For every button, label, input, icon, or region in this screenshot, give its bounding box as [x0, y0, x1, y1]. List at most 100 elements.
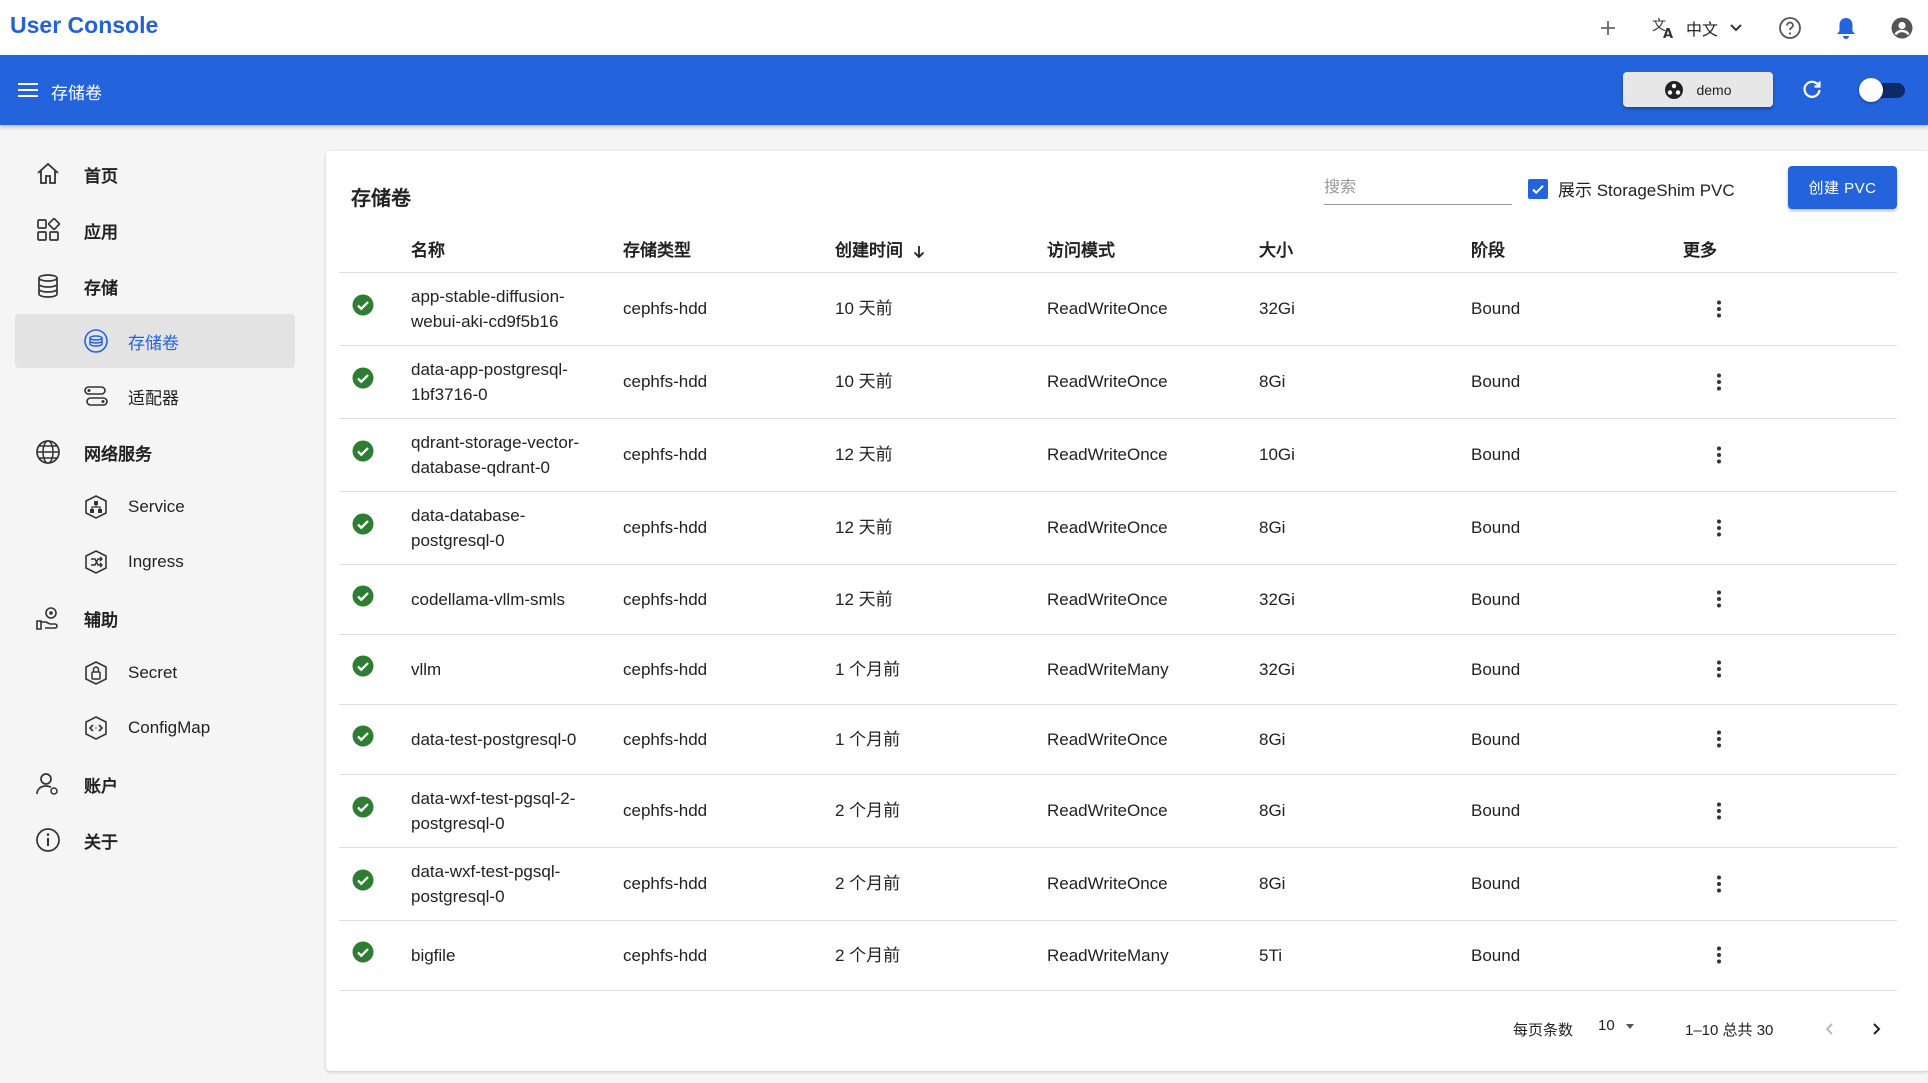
chevron-down-icon	[1730, 23, 1742, 31]
database-icon	[34, 272, 62, 300]
more-options-icon[interactable]	[1703, 868, 1735, 900]
cell-name: vllm	[411, 634, 623, 705]
table-row[interactable]: data-test-postgresql-0 cephfs-hdd 1 个月前 Rea…	[339, 704, 1897, 775]
cell-created: 12 天前	[835, 418, 1047, 492]
cell-created: 2 个月前	[835, 774, 1047, 848]
rows-per-page-select[interactable]: 10	[1598, 1017, 1637, 1034]
column-header-type[interactable]: 存储类型	[623, 226, 835, 273]
sidebar-item-ingress[interactable]: Ingress	[15, 535, 295, 589]
sidebar-item-about[interactable]: 关于	[15, 813, 295, 867]
table-row[interactable]: data-wxf-test-pgsql-2-postgresql-0 cephfs…	[339, 774, 1897, 848]
more-options-icon[interactable]	[1703, 439, 1735, 471]
status-ok-icon	[352, 725, 374, 746]
column-header-name[interactable]: 名称	[411, 226, 623, 273]
show-storageshim-label: 展示 StorageShim PVC	[1558, 181, 1735, 200]
cell-size: 8Gi	[1259, 345, 1471, 419]
cell-name: data-database-postgresql-0	[411, 491, 623, 565]
more-options-icon[interactable]	[1703, 293, 1735, 325]
rows-per-page-label: 每页条数	[1513, 1022, 1574, 1039]
language-selector[interactable]: 文A 中文	[1652, 16, 1746, 40]
show-storageshim-checkbox[interactable]: 展示 StorageShim PVC	[1528, 176, 1735, 201]
cell-phase: Bound	[1471, 418, 1683, 492]
cell-size: 32Gi	[1259, 634, 1471, 705]
column-header-more: 更多	[1683, 226, 1897, 273]
cell-phase: Bound	[1471, 564, 1683, 635]
more-options-icon[interactable]	[1703, 795, 1735, 827]
checkbox-checked-icon	[1528, 178, 1548, 199]
sidebar-item-service[interactable]: Service	[15, 480, 295, 534]
language-label: 中文	[1685, 21, 1718, 39]
more-options-icon[interactable]	[1703, 939, 1735, 971]
table-row[interactable]: vllm cephfs-hdd 1 个月前 ReadWriteMany 32Gi Boun…	[339, 634, 1897, 705]
table-row[interactable]: codellama-vllm-smls cephfs-hdd 12 天前 ReadWr…	[339, 564, 1897, 635]
add-icon[interactable]	[1588, 8, 1628, 48]
table-row[interactable]: qdrant-storage-vector-database-qdrant-0 c…	[339, 418, 1897, 492]
cell-name: app-stable-diffusion-webui-aki-cd9f5b16	[411, 272, 623, 346]
home-icon	[34, 160, 62, 188]
column-header-mode[interactable]: 访问模式	[1047, 226, 1259, 273]
cell-storage-type: cephfs-hdd	[623, 272, 835, 346]
search-input[interactable]	[1324, 171, 1512, 205]
column-header-created[interactable]: 创建时间	[835, 226, 1047, 273]
more-options-icon[interactable]	[1703, 653, 1735, 685]
cell-created: 12 天前	[835, 491, 1047, 565]
notification-bell-icon[interactable]	[1826, 8, 1866, 48]
cell-access-mode: ReadWriteOnce	[1047, 774, 1259, 848]
cell-access-mode: ReadWriteOnce	[1047, 345, 1259, 419]
table-row[interactable]: data-app-postgresql-1bf3716-0 cephfs-hdd 1…	[339, 345, 1897, 419]
cell-access-mode: ReadWriteOnce	[1047, 491, 1259, 565]
cell-storage-type: cephfs-hdd	[623, 704, 835, 775]
status-ok-icon	[352, 655, 374, 676]
sidebar-item-secret[interactable]: Secret	[15, 646, 295, 700]
sidebar-item-network[interactable]: 网络服务	[15, 425, 295, 479]
column-header-phase[interactable]: 阶段	[1471, 226, 1683, 273]
more-options-icon[interactable]	[1703, 366, 1735, 398]
previous-page-icon[interactable]	[1814, 1013, 1846, 1045]
theme-toggle[interactable]	[1857, 78, 1907, 102]
cell-size: 32Gi	[1259, 564, 1471, 635]
sidebar-item-account[interactable]: 账户	[15, 757, 295, 811]
more-options-icon[interactable]	[1703, 583, 1735, 615]
app-title: User Console	[10, 12, 159, 38]
cell-created: 10 天前	[835, 345, 1047, 419]
menu-icon[interactable]	[8, 70, 48, 110]
sidebar: 首页 应用 存储 存储卷 适配器 网络服务 Service Ingress 辅助…	[0, 125, 310, 1083]
translate-icon: 文A	[1652, 18, 1673, 40]
cell-phase: Bound	[1471, 345, 1683, 419]
more-options-icon[interactable]	[1703, 723, 1735, 755]
sidebar-item-volumes[interactable]: 存储卷	[15, 314, 295, 368]
sidebar-item-adapters[interactable]: 适配器	[15, 369, 295, 423]
assist-icon	[34, 604, 62, 632]
cell-created: 2 个月前	[835, 847, 1047, 921]
namespace-button[interactable]: demo	[1623, 72, 1773, 107]
sidebar-item-storage[interactable]: 存储	[15, 259, 295, 313]
cell-phase: Bound	[1471, 491, 1683, 565]
table-row[interactable]: bigfile cephfs-hdd 2 个月前 ReadWriteMany 5Ti Bo…	[339, 920, 1897, 991]
cell-phase: Bound	[1471, 272, 1683, 346]
cell-size: 8Gi	[1259, 774, 1471, 848]
cell-storage-type: cephfs-hdd	[623, 491, 835, 565]
table-row[interactable]: data-wxf-test-pgsql-postgresql-0 cephfs-h…	[339, 847, 1897, 921]
sidebar-item-apps[interactable]: 应用	[15, 203, 295, 257]
table-row[interactable]: data-database-postgresql-0 cephfs-hdd 12 天…	[339, 491, 1897, 565]
sidebar-item-assist[interactable]: 辅助	[15, 591, 295, 645]
cell-size: 8Gi	[1259, 847, 1471, 921]
account-circle-icon[interactable]	[1882, 8, 1922, 48]
pvc-table: 名称 存储类型 创建时间 访问模式 大小 阶段 更多 app-stable-di…	[339, 226, 1897, 991]
table-row[interactable]: app-stable-diffusion-webui-aki-cd9f5b16 c…	[339, 272, 1897, 346]
column-header-size[interactable]: 大小	[1259, 226, 1471, 273]
refresh-icon[interactable]	[1792, 70, 1832, 110]
more-options-icon[interactable]	[1703, 512, 1735, 544]
globe-icon	[34, 438, 62, 466]
create-pvc-button[interactable]: 创建 PVC	[1788, 166, 1897, 209]
status-ok-icon	[352, 941, 374, 962]
cell-phase: Bound	[1471, 920, 1683, 991]
sidebar-item-home[interactable]: 首页	[15, 147, 295, 201]
cell-storage-type: cephfs-hdd	[623, 847, 835, 921]
configmap-icon	[82, 714, 110, 742]
toolbar: 存储卷 demo	[0, 55, 1928, 125]
next-page-icon[interactable]	[1860, 1013, 1892, 1045]
pagination: 每页条数 10 1–10 总共 30	[326, 1009, 1928, 1049]
sidebar-item-configmap[interactable]: ConfigMap	[15, 701, 295, 755]
help-icon[interactable]	[1770, 8, 1810, 48]
